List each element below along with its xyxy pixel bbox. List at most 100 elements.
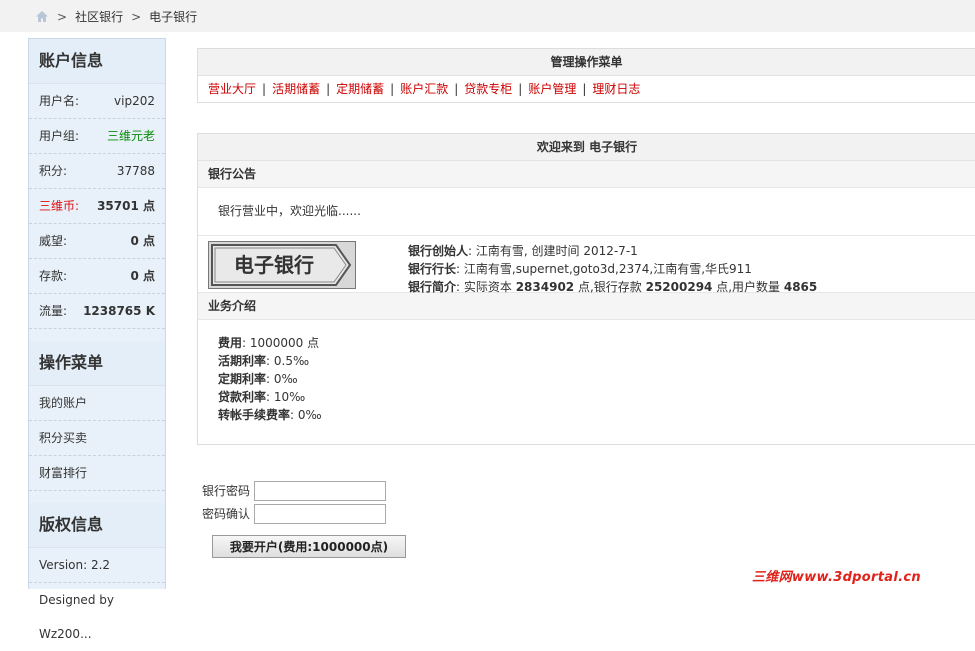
bank-password-input[interactable]: [254, 480, 386, 501]
biz-label: 费用: [218, 336, 243, 350]
row-label: 用户名:: [39, 94, 80, 108]
account-row-username: 用户名: vip202: [29, 84, 165, 119]
breadcrumb-separator: >: [57, 9, 68, 24]
row-label: 三维币:: [39, 199, 80, 213]
biz-loan-rate: 贷款利率: 10‰: [218, 388, 956, 406]
confirm-row: 密码确认: [202, 502, 386, 525]
menu-item-fixed-savings[interactable]: 定期储蓄: [336, 82, 384, 96]
biz-value: : 0‰: [290, 408, 322, 422]
biz-list: 费用: 1000000 点 活期利率: 0.5‰ 定期利率: 0‰ 贷款利率: …: [198, 320, 975, 438]
top-bar: > 社区银行 > 电子银行: [0, 0, 975, 32]
row-label: 用户组:: [39, 129, 80, 143]
intro-line: 银行简介: 实际资本 2834902 点,银行存款 25200294 点,用户数…: [408, 278, 817, 296]
menu-item-finance-log[interactable]: 理财日志: [592, 82, 640, 96]
sidebar-item-points-trade[interactable]: 积分买卖: [29, 421, 165, 456]
biz-value: : 10‰: [266, 390, 306, 404]
menu-divider: |: [518, 82, 523, 96]
menu-item-loans[interactable]: 贷款专柜: [464, 82, 512, 96]
row-label: 流量:: [39, 304, 68, 318]
menu-box: 管理操作菜单 营业大厅 | 活期储蓄 | 定期储蓄 | 账户汇款 | 贷款专柜 | 账户管理 | 理财日…: [197, 48, 975, 103]
president-value: : 江南有雪,supernet,goto3d,2374,江南有雪,华氏911: [456, 262, 752, 276]
row-label: 威望:: [39, 234, 68, 248]
menu-divider: |: [454, 82, 459, 96]
designed-by-text: Designed by Wz200...: [39, 593, 114, 641]
sidebar: 账户信息 用户名: vip202 用户组: 三维元老 积分: 37788 三维币…: [28, 38, 166, 641]
users-value: 4865: [783, 280, 818, 294]
biz-title: 业务介绍: [198, 292, 975, 320]
biz-label: 贷款利率: [218, 390, 267, 404]
op-menu: 营业大厅 | 活期储蓄 | 定期储蓄 | 账户汇款 | 贷款专柜 | 账户管理 | 理财日志: [198, 76, 975, 102]
ops-menu-title: 操作菜单: [29, 341, 165, 386]
intro-text: : 实际资本: [456, 280, 516, 294]
menu-panel: 管理操作菜单 营业大厅 | 活期储蓄 | 定期储蓄 | 账户汇款 | 贷款专柜 | 账户管理 | 理财日…: [197, 48, 975, 103]
row-value: 35701 点: [97, 199, 155, 213]
breadcrumb-ebank[interactable]: 电子银行: [149, 8, 197, 25]
intro-text: 点,用户数量: [712, 280, 784, 294]
biz-value: : 0‰: [266, 372, 298, 386]
intro-text: 点,银行存款: [574, 280, 646, 294]
menu-item-lobby[interactable]: 营业大厅: [208, 82, 256, 96]
site-watermark: 三维网www.3dportal.cn: [752, 570, 921, 585]
menu-item-current-savings[interactable]: 活期储蓄: [272, 82, 320, 96]
deposit-value: 25200294: [645, 280, 713, 294]
bank-info-row: 电子银行 银行创始人: 江南有雪, 创建时间 2012-7-1 银行行长: 江南…: [198, 236, 975, 294]
copyright-title: 版权信息: [29, 503, 165, 548]
biz-value: : 0.5‰: [266, 354, 310, 368]
sidebar-item-my-account[interactable]: 我的账户: [29, 386, 165, 421]
intro-label: 银行简介: [408, 280, 457, 294]
account-row-points: 积分: 37788: [29, 154, 165, 189]
account-row-usergroup: 用户组: 三维元老: [29, 119, 165, 154]
welcome-title: 欢迎来到 电子银行: [198, 134, 975, 161]
sidebar-item-wealth-rank[interactable]: 财富排行: [29, 456, 165, 491]
menu-item-transfer[interactable]: 账户汇款: [400, 82, 448, 96]
biz-label: 活期利率: [218, 354, 267, 368]
row-label: 存款:: [39, 269, 68, 283]
bank-logo-text: 电子银行: [234, 253, 314, 277]
open-account-button[interactable]: 我要开户(费用:1000000点): [212, 535, 406, 558]
row-value: 0 点: [130, 234, 155, 248]
president-label: 银行行长: [408, 262, 457, 276]
biz-transfer-fee: 转帐手续费率: 0‰: [218, 406, 956, 424]
row-label: 积分:: [39, 164, 68, 178]
home-icon[interactable]: [35, 10, 49, 23]
biz-fee: 费用: 1000000 点: [218, 334, 956, 352]
notice-title: 银行公告: [198, 161, 975, 188]
password-label: 银行密码: [202, 484, 251, 498]
biz-fixed-rate: 定期利率: 0‰: [218, 370, 956, 388]
capital-value: 2834902: [515, 280, 575, 294]
breadcrumb-community-bank[interactable]: 社区银行: [75, 8, 123, 25]
version-text: Version: 2.2: [29, 548, 165, 583]
bank-info: 银行创始人: 江南有雪, 创建时间 2012-7-1 银行行长: 江南有雪,su…: [408, 242, 817, 296]
row-value: vip202: [114, 94, 155, 108]
account-row-prestige: 威望: 0 点: [29, 224, 165, 259]
password-confirm-input[interactable]: [254, 503, 386, 524]
breadcrumb: > 社区银行 > 电子银行: [35, 8, 197, 25]
menu-divider: |: [326, 82, 331, 96]
menu-divider: |: [390, 82, 395, 96]
account-row-coins: 三维币: 35701 点: [29, 189, 165, 224]
row-value: 1238765 K: [83, 304, 155, 318]
president-line: 银行行长: 江南有雪,supernet,goto3d,2374,江南有雪,华氏9…: [408, 260, 817, 278]
bank-logo: 电子银行: [208, 241, 356, 289]
confirm-label: 密码确认: [202, 507, 251, 521]
biz-current-rate: 活期利率: 0.5‰: [218, 352, 956, 370]
founder-label: 银行创始人: [408, 244, 469, 258]
breadcrumb-separator: >: [131, 9, 142, 24]
row-value: 0 点: [130, 269, 155, 283]
biz-label: 定期利率: [218, 372, 267, 386]
biz-value: : 1000000 点: [242, 336, 320, 350]
account-row-deposit: 存款: 0 点: [29, 259, 165, 294]
welcome-panel: 欢迎来到 电子银行 银行公告 银行营业中，欢迎光临...... 电子银行 银行创…: [197, 133, 975, 445]
biz-label: 转帐手续费率: [218, 408, 291, 422]
menu-item-account-manage[interactable]: 账户管理: [528, 82, 576, 96]
founder-line: 银行创始人: 江南有雪, 创建时间 2012-7-1: [408, 242, 817, 260]
menu-title: 管理操作菜单: [198, 49, 975, 76]
menu-divider: |: [262, 82, 267, 96]
row-value: 37788: [116, 164, 155, 178]
row-value: 三维元老: [106, 129, 155, 143]
password-row: 银行密码: [202, 479, 386, 502]
open-account-form: 银行密码 密码确认: [202, 479, 386, 525]
menu-divider: |: [582, 82, 587, 96]
